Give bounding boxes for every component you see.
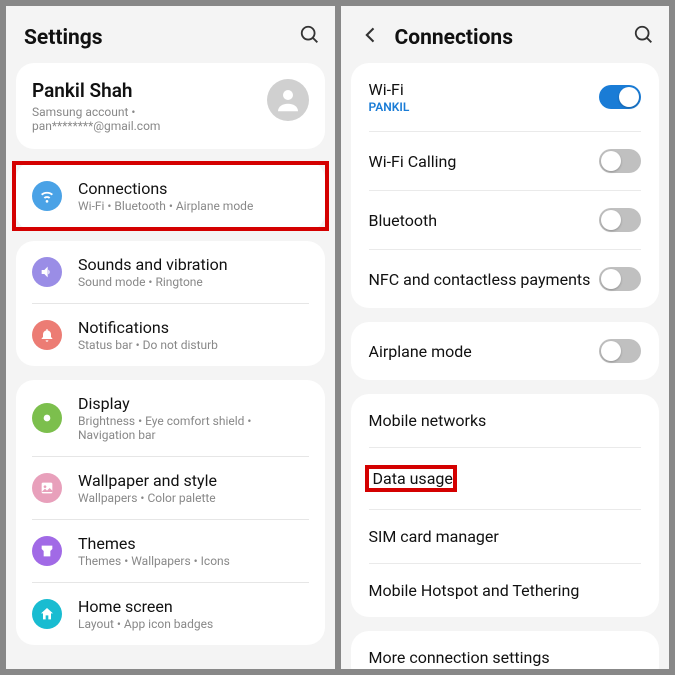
toggle-nfc-and-contactless-payments[interactable] [599, 267, 641, 291]
connections-row-airplane-mode[interactable]: Airplane mode [351, 322, 660, 380]
highlight-box: Data usage [365, 465, 457, 492]
settings-row-themes[interactable]: ThemesThemes • Wallpapers • Icons [16, 520, 325, 582]
sound-icon [32, 257, 62, 287]
connections-row-wi-fi[interactable]: Wi-FiPANKIL [351, 63, 660, 131]
settings-card: DisplayBrightness • Eye comfort shield •… [16, 380, 325, 645]
connections-content: Wi-FiPANKIL Wi-Fi Calling Bluetooth NFC and… [341, 63, 670, 669]
toggle-airplane-mode[interactable] [599, 339, 641, 363]
toggle-wi-fi[interactable] [599, 85, 641, 109]
row-title: Mobile networks [369, 411, 642, 430]
connections-row-nfc-and-contactless-payments[interactable]: NFC and contactless payments [351, 250, 660, 308]
row-title: Airplane mode [369, 342, 600, 361]
row-sub: Status bar • Do not disturb [78, 338, 309, 352]
settings-pane: Settings Pankil Shah Samsung account • p… [6, 6, 335, 669]
row-title: More connection settings [369, 648, 642, 667]
back-icon[interactable] [359, 25, 383, 51]
connections-row-mobile-networks[interactable]: Mobile networks [351, 394, 660, 447]
display-icon [32, 403, 62, 433]
row-title: Themes [78, 534, 309, 553]
account-card[interactable]: Pankil Shah Samsung account • pan*******… [16, 63, 325, 149]
connections-card: More connection settings [351, 631, 660, 669]
wallpaper-icon [32, 473, 62, 503]
row-title: Wi-Fi [369, 80, 600, 99]
row-sub: Sound mode • Ringtone [78, 275, 309, 289]
row-title: SIM card manager [369, 527, 642, 546]
connections-header: Connections [341, 6, 670, 63]
row-title: Notifications [78, 318, 309, 337]
row-title: Connections [78, 179, 309, 198]
home-icon [32, 599, 62, 629]
settings-title: Settings [24, 26, 287, 50]
row-sub: PANKIL [369, 100, 600, 114]
connections-row-more-connection-settings[interactable]: More connection settings [351, 631, 660, 669]
search-icon[interactable] [299, 24, 321, 51]
account-sub: Samsung account • pan********@gmail.com [32, 105, 253, 133]
row-sub: Wi-Fi • Bluetooth • Airplane mode [78, 199, 309, 213]
row-sub: Brightness • Eye comfort shield • Naviga… [78, 414, 309, 442]
row-sub: Layout • App icon badges [78, 617, 309, 631]
search-icon[interactable] [633, 24, 655, 51]
themes-icon [32, 536, 62, 566]
avatar[interactable] [267, 79, 309, 121]
connections-card: Mobile networks Data usage SIM card manage… [351, 394, 660, 617]
row-title: Data usage [373, 469, 453, 488]
settings-row-connections[interactable]: ConnectionsWi-Fi • Bluetooth • Airplane … [12, 161, 329, 231]
row-title: Bluetooth [369, 211, 600, 230]
connections-card: Wi-FiPANKIL Wi-Fi Calling Bluetooth NFC and… [351, 63, 660, 308]
connections-row-sim-card-manager[interactable]: SIM card manager [351, 510, 660, 563]
settings-row-sounds-and-vibration[interactable]: Sounds and vibrationSound mode • Rington… [16, 241, 325, 303]
connections-row-data-usage[interactable]: Data usage [351, 448, 660, 509]
connections-title: Connections [395, 26, 622, 50]
settings-row-display[interactable]: DisplayBrightness • Eye comfort shield •… [16, 380, 325, 456]
connections-pane: Connections Wi-FiPANKIL Wi-Fi Calling Blue… [341, 6, 670, 669]
connections-row-wi-fi-calling[interactable]: Wi-Fi Calling [351, 132, 660, 190]
settings-content: Pankil Shah Samsung account • pan*******… [6, 63, 335, 669]
connections-row-mobile-hotspot-and-tethering[interactable]: Mobile Hotspot and Tethering [351, 564, 660, 617]
settings-row-home-screen[interactable]: Home screenLayout • App icon badges [16, 583, 325, 645]
row-title: Mobile Hotspot and Tethering [369, 581, 642, 600]
settings-row-wallpaper-and-style[interactable]: Wallpaper and styleWallpapers • Color pa… [16, 457, 325, 519]
settings-row-notifications[interactable]: NotificationsStatus bar • Do not disturb [16, 304, 325, 366]
connections-row-bluetooth[interactable]: Bluetooth [351, 191, 660, 249]
row-sub: Themes • Wallpapers • Icons [78, 554, 309, 568]
row-title: Wallpaper and style [78, 471, 309, 490]
connections-card: Airplane mode [351, 322, 660, 380]
settings-card: Sounds and vibrationSound mode • Rington… [16, 241, 325, 366]
row-title: Sounds and vibration [78, 255, 309, 274]
toggle-wi-fi-calling[interactable] [599, 149, 641, 173]
row-title: Wi-Fi Calling [369, 152, 600, 171]
settings-header: Settings [6, 6, 335, 63]
account-name: Pankil Shah [32, 79, 253, 102]
toggle-bluetooth[interactable] [599, 208, 641, 232]
bell-icon [32, 320, 62, 350]
settings-card: ConnectionsWi-Fi • Bluetooth • Airplane … [16, 161, 325, 231]
wifi-icon [32, 181, 62, 211]
row-title: NFC and contactless payments [369, 270, 600, 289]
row-sub: Wallpapers • Color palette [78, 491, 309, 505]
row-title: Display [78, 394, 309, 413]
row-title: Home screen [78, 597, 309, 616]
